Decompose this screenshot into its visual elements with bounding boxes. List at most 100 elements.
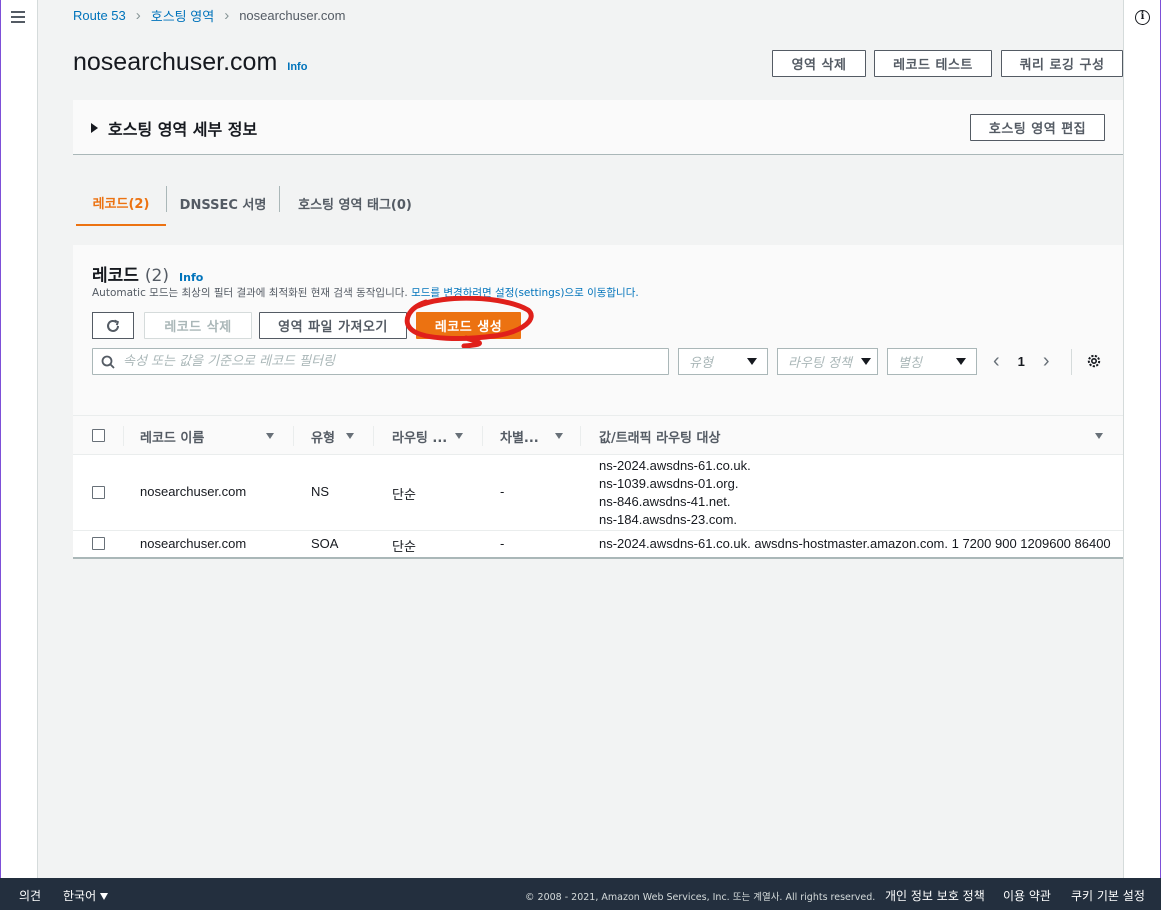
type-filter-label: 유형 — [689, 356, 713, 371]
record-differentiator: - — [500, 536, 505, 551]
record-value: ns-184.awsdns-23.com. — [599, 512, 738, 527]
right-help-rail: i — [1123, 0, 1161, 878]
delete-records-button[interactable]: 레코드 삭제 — [144, 312, 252, 339]
search-input[interactable] — [123, 354, 653, 369]
records-description: Automatic 모드는 최상의 필터 결과에 최적화된 현재 검색 동작입니… — [92, 285, 639, 300]
cookie-preferences-link[interactable]: 쿠키 기본 설정 — [1071, 887, 1145, 904]
delete-zone-button[interactable]: 영역 삭제 — [772, 50, 866, 77]
menu-icon[interactable] — [11, 11, 25, 23]
tabs: 레코드(2) DNSSEC 서명 호스팅 영역 태그(0) — [73, 180, 1123, 226]
tab-divider — [166, 186, 167, 212]
language-label: 한국어 — [63, 889, 97, 903]
column-separator — [482, 426, 483, 446]
settings-link[interactable]: 모드를 변경하려면 설정(settings)으로 이동합니다. — [411, 287, 639, 299]
row-checkbox[interactable] — [92, 537, 105, 550]
column-label: 값/트래픽 라우팅 대상 — [599, 430, 721, 446]
record-routing: 단순 — [392, 487, 416, 502]
table-row[interactable]: nosearchuser.com NS 단순 - ns-2024.awsdns-… — [73, 455, 1123, 531]
pagination: ‹ 1 › — [993, 348, 1050, 375]
refresh-button[interactable] — [92, 312, 134, 339]
sort-icon[interactable] — [1095, 433, 1103, 439]
records-title-text: 레코드 — [92, 266, 139, 286]
records-desc-text: Automatic 모드는 최상의 필터 결과에 최적화된 현재 검색 동작입니… — [92, 287, 412, 299]
column-header-differentiator[interactable]: 차별... — [500, 416, 560, 456]
tab-records[interactable]: 레코드(2) — [76, 180, 166, 226]
details-title-text: 호스팅 영역 세부 정보 — [108, 120, 258, 139]
left-nav-rail — [0, 0, 38, 878]
page-title-text: nosearchuser.com — [73, 48, 278, 76]
chevron-right-icon[interactable]: › — [1043, 350, 1050, 373]
caret-down-icon — [956, 358, 966, 365]
column-separator — [580, 426, 581, 446]
records-title: 레코드 (2) Info — [92, 261, 203, 286]
column-header-type[interactable]: 유형 — [311, 416, 351, 456]
breadcrumb-route53[interactable]: Route 53 — [73, 8, 126, 23]
record-name: nosearchuser.com — [140, 484, 247, 499]
search-icon — [101, 355, 115, 369]
query-logging-button[interactable]: 쿼리 로깅 구성 — [1001, 50, 1123, 77]
pager-divider — [1071, 349, 1072, 375]
records-info-link[interactable]: Info — [179, 271, 203, 284]
alias-filter-select[interactable]: 별칭 — [887, 348, 977, 375]
sort-icon[interactable] — [266, 433, 274, 439]
copyright: © 2008 - 2021, Amazon Web Services, Inc.… — [525, 892, 876, 903]
gear-icon — [1087, 354, 1101, 368]
feedback-link[interactable]: 의견 — [19, 887, 41, 904]
edit-hosted-zone-button[interactable]: 호스팅 영역 편집 — [970, 114, 1105, 141]
record-value: ns-2024.awsdns-61.co.uk. awsdns-hostmast… — [599, 536, 1111, 551]
record-routing: 단순 — [392, 539, 416, 554]
info-icon[interactable]: i — [1135, 10, 1150, 25]
column-header-routing[interactable]: 라우팅 ... — [392, 416, 462, 456]
column-separator — [123, 426, 124, 446]
alias-filter-label: 별칭 — [898, 356, 922, 371]
record-filter-search[interactable] — [92, 348, 669, 375]
record-value: ns-1039.awsdns-01.org. — [599, 476, 739, 491]
record-type: NS — [311, 484, 330, 499]
breadcrumb-current: nosearchuser.com — [239, 8, 346, 23]
tab-hosted-zone-tags[interactable]: 호스팅 영역 태그(0) — [287, 180, 423, 226]
column-label: 차별... — [500, 430, 539, 446]
record-value: ns-2024.awsdns-61.co.uk. — [599, 458, 751, 473]
column-separator — [293, 426, 294, 446]
record-differentiator: - — [500, 484, 505, 499]
privacy-link[interactable]: 개인 정보 보호 정책 — [885, 887, 985, 904]
select-all-checkbox[interactable] — [92, 429, 105, 442]
details-toggle[interactable]: 호스팅 영역 세부 정보 — [91, 116, 257, 140]
records-count: (2) — [144, 266, 170, 286]
column-label: 레코드 이름 — [140, 430, 205, 446]
language-selector[interactable]: 한국어 — [63, 887, 109, 904]
column-header-record-name[interactable]: 레코드 이름 — [140, 416, 280, 456]
tab-dnssec[interactable]: DNSSEC 서명 — [173, 180, 273, 226]
import-zone-file-button[interactable]: 영역 파일 가져오기 — [259, 312, 407, 339]
chevron-right-icon: › — [135, 7, 141, 24]
chevron-left-icon[interactable]: ‹ — [993, 350, 1000, 373]
page-number[interactable]: 1 — [1018, 354, 1025, 369]
breadcrumb: Route 53 › 호스팅 영역 › nosearchuser.com — [73, 6, 345, 25]
breadcrumb-hosted-zones[interactable]: 호스팅 영역 — [151, 6, 214, 25]
sort-icon[interactable] — [346, 433, 354, 439]
routing-policy-filter-select[interactable]: 라우팅 정책 — [777, 348, 878, 375]
terms-link[interactable]: 이용 약관 — [1003, 887, 1051, 904]
footer: 의견 한국어 © 2008 - 2021, Amazon Web Service… — [0, 878, 1161, 910]
table-row[interactable]: nosearchuser.com SOA 단순 - ns-2024.awsdns… — [73, 531, 1123, 559]
create-record-button[interactable]: 레코드 생성 — [416, 312, 521, 339]
caret-right-icon — [91, 123, 98, 133]
info-link[interactable]: Info — [287, 61, 307, 73]
sort-icon[interactable] — [455, 433, 463, 439]
sort-icon[interactable] — [555, 433, 563, 439]
hosted-zone-details-panel: 호스팅 영역 세부 정보 호스팅 영역 편집 — [73, 100, 1123, 155]
type-filter-select[interactable]: 유형 — [678, 348, 768, 375]
test-record-button[interactable]: 레코드 테스트 — [874, 50, 992, 77]
caret-down-icon — [747, 358, 757, 365]
record-name: nosearchuser.com — [140, 536, 247, 551]
column-header-value[interactable]: 값/트래픽 라우팅 대상 — [599, 416, 799, 456]
record-value: ns-846.awsdns-41.net. — [599, 494, 731, 509]
records-panel: 레코드 (2) Info Automatic 모드는 최상의 필터 결과에 최적… — [73, 245, 1123, 559]
record-type: SOA — [311, 536, 339, 551]
preferences-button[interactable] — [1086, 353, 1102, 372]
row-checkbox[interactable] — [92, 486, 105, 499]
window-edge — [0, 0, 1, 878]
records-header: 레코드 (2) Info Automatic 모드는 최상의 필터 결과에 최적… — [73, 245, 1123, 415]
page-title: nosearchuser.com Info — [73, 48, 307, 77]
column-label: 유형 — [311, 430, 335, 446]
